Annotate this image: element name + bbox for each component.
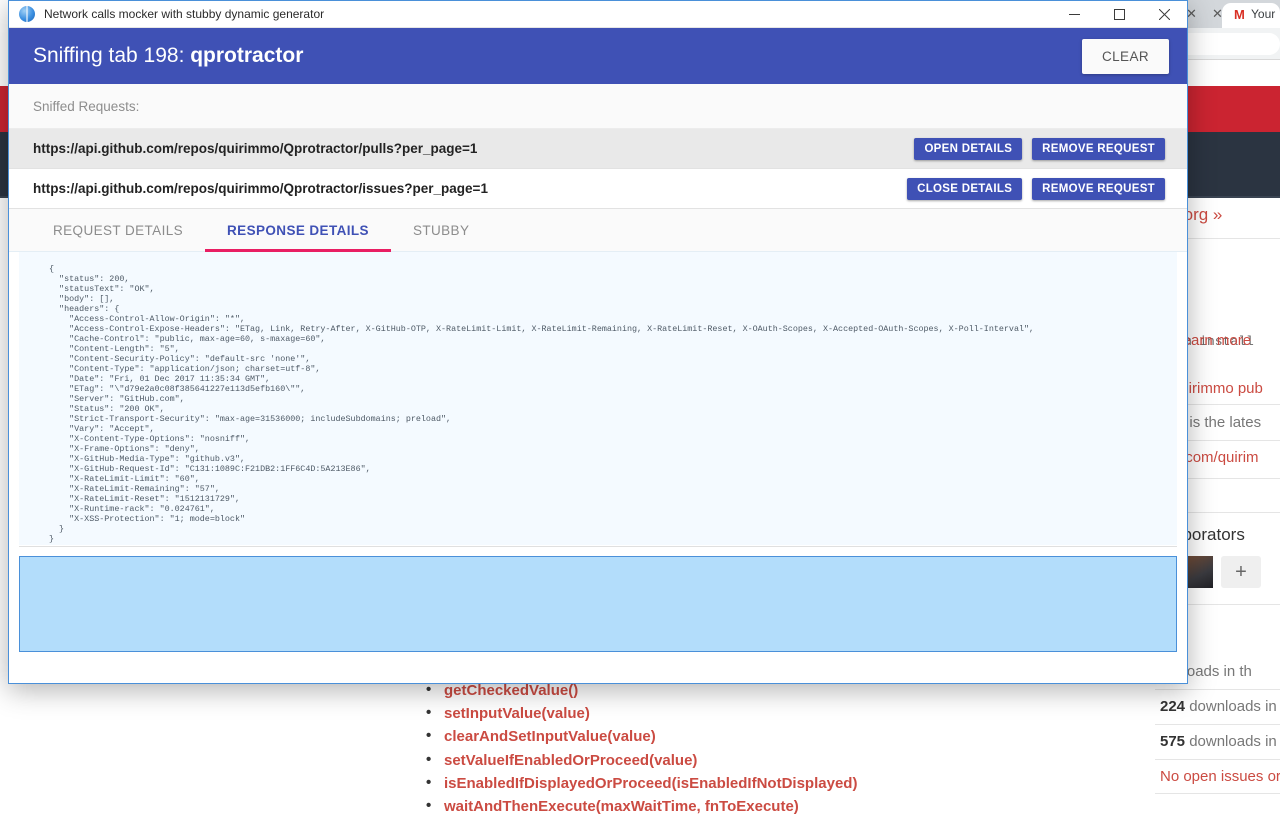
app-window: Network calls mocker with stubby dynamic…	[8, 0, 1188, 684]
divider	[1155, 689, 1280, 690]
downloads-text: downloads in	[1185, 733, 1277, 750]
tab-stubby[interactable]: STUBBY	[391, 209, 491, 252]
open-issues-link[interactable]: No open issues or	[1160, 768, 1280, 785]
request-list: https://api.github.com/repos/quirimmo/Qp…	[9, 129, 1187, 209]
table-row[interactable]: https://api.github.com/repos/quirimmo/Qp…	[9, 169, 1187, 209]
selection-panel[interactable]	[19, 556, 1177, 652]
list-item: clearAndSetInputValue(value)	[420, 728, 1120, 745]
table-row[interactable]: https://api.github.com/repos/quirimmo/Qp…	[9, 129, 1187, 169]
response-json: { "status": 200, "statusText": "OK", "bo…	[19, 252, 1177, 544]
page-title: Sniffing tab 198: qprotractor	[33, 44, 303, 68]
remove-request-button[interactable]: REMOVE REQUEST	[1032, 138, 1165, 160]
remove-request-button[interactable]: REMOVE REQUEST	[1032, 178, 1165, 200]
clear-button[interactable]: CLEAR	[1082, 39, 1169, 74]
tab-close-icon[interactable]: ✕	[1212, 7, 1223, 21]
divider	[1155, 793, 1280, 794]
downloads-count: 575	[1160, 733, 1185, 750]
api-method-list: getCheckedValue() setInputValue(value) cle…	[420, 682, 1120, 821]
request-url: https://api.github.com/repos/quirimmo/Qp…	[33, 181, 488, 196]
divider	[1155, 724, 1280, 725]
minimize-icon[interactable]	[1052, 1, 1097, 28]
plus-icon[interactable]: +	[1221, 556, 1261, 588]
page-title-prefix: Sniffing tab 198:	[33, 44, 190, 67]
close-icon[interactable]	[1142, 1, 1187, 28]
globe-icon	[19, 6, 35, 22]
sniffed-requests-label: Sniffed Requests:	[9, 84, 1187, 129]
downloads-row: 575 downloads in	[1160, 733, 1277, 750]
downloads-count: 224	[1160, 698, 1185, 715]
list-item: setInputValue(value)	[420, 705, 1120, 722]
divider	[1155, 759, 1280, 760]
window-title: Network calls mocker with stubby dynamic…	[44, 7, 324, 21]
close-details-button[interactable]: CLOSE DETAILS	[907, 178, 1022, 200]
list-item: isEnabledIfDisplayedOrProceed(isEnabledI…	[420, 775, 1120, 792]
response-details-panel[interactable]: { "status": 200, "statusText": "OK", "bo…	[19, 252, 1177, 546]
window-controls	[1052, 1, 1187, 28]
request-actions: OPEN DETAILS REMOVE REQUEST	[914, 138, 1165, 160]
window-titlebar[interactable]: Network calls mocker with stubby dynamic…	[9, 1, 1187, 28]
gmail-icon: M	[1234, 8, 1245, 21]
downloads-text: downloads in	[1185, 698, 1277, 715]
open-details-button[interactable]: OPEN DETAILS	[914, 138, 1022, 160]
window-bottom-edge	[9, 652, 1187, 656]
list-item: waitAndThenExecute(maxWaitTime, fnToExec…	[420, 798, 1120, 815]
request-actions: CLOSE DETAILS REMOVE REQUEST	[907, 178, 1165, 200]
request-url: https://api.github.com/repos/quirimmo/Qp…	[33, 141, 477, 156]
list-item: setValueIfEnabledOrProceed(value)	[420, 752, 1120, 769]
details-tabs: REQUEST DETAILSRESPONSE DETAILSSTUBBY	[9, 209, 1187, 252]
downloads-row: 224 downloads in	[1160, 698, 1277, 715]
list-item: getCheckedValue()	[420, 682, 1120, 699]
tab-response-details[interactable]: RESPONSE DETAILS	[205, 209, 391, 252]
browser-tab-label: Your	[1251, 7, 1275, 21]
tab-request-details[interactable]: REQUEST DETAILS	[31, 209, 205, 252]
page-title-tabname: qprotractor	[190, 44, 303, 67]
app-header: Sniffing tab 198: qprotractor CLEAR	[9, 28, 1187, 84]
maximize-icon[interactable]	[1097, 1, 1142, 28]
divider	[19, 546, 1177, 547]
